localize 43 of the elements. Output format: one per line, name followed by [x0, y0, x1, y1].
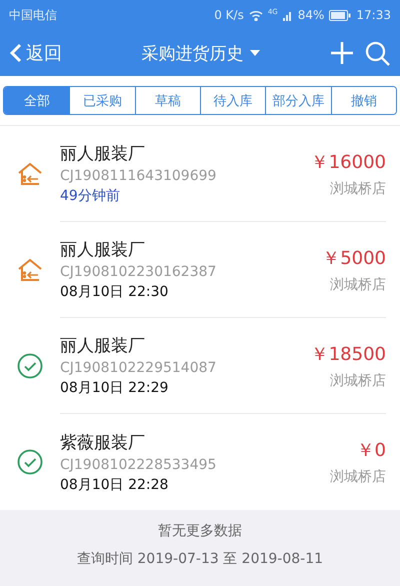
supplier-name: 丽人服装厂: [60, 239, 146, 261]
signal-icon: [282, 10, 293, 20]
plus-icon: [331, 42, 353, 64]
store-name: 浏城桥店: [330, 180, 386, 198]
order-number: CJ1908102228533495: [60, 456, 218, 472]
search-icon: [365, 40, 390, 66]
house-icon: [17, 258, 43, 282]
title-dropdown[interactable]: 采购进货历史: [82, 42, 319, 64]
order-amount: ￥5000: [322, 246, 386, 270]
order-time: 08月10日 22:29: [60, 379, 170, 397]
no-more-data-text: 暂无更多数据: [158, 522, 242, 540]
store-name: 浏城桥店: [330, 372, 386, 390]
back-icon: [10, 43, 22, 63]
filter-tab[interactable]: 全部: [4, 87, 70, 114]
house-icon: [17, 162, 43, 186]
supplier-name: 丽人服装厂: [60, 335, 146, 357]
order-time: 08月10日 22:28: [60, 476, 170, 494]
query-range-text: 查询时间 2019-07-13 至 2019-08-11: [76, 550, 324, 568]
check-circle-icon: [17, 353, 43, 379]
back-button[interactable]: 返回: [10, 41, 62, 65]
supplier-name: 丽人服装厂: [60, 143, 146, 165]
order-amount: ￥0: [356, 439, 386, 462]
battery-level: 84%: [298, 8, 324, 22]
supplier-name: 紫薇服装厂: [60, 432, 146, 454]
battery-icon: [329, 10, 352, 20]
order-number: CJ1908111643109699: [60, 168, 218, 184]
check-circle-icon: [17, 449, 43, 475]
order-amount: ￥16000: [310, 150, 386, 174]
order-amount: ￥18500: [310, 342, 386, 366]
clock: 17:33: [356, 8, 391, 22]
order-number: CJ1908102229514087: [60, 360, 218, 376]
wifi-icon: [248, 10, 263, 20]
order-time: 08月10日 22:30: [60, 283, 170, 301]
search-button[interactable]: [365, 40, 390, 66]
store-name: 浏城桥店: [330, 468, 386, 486]
filter-tab[interactable]: 撤销: [330, 87, 396, 114]
store-name: 浏城桥店: [330, 276, 386, 294]
caret-icon: [250, 50, 260, 56]
order-time: 49分钟前: [60, 187, 121, 205]
add-button[interactable]: [331, 42, 353, 64]
carrier-label: 中国电信: [9, 6, 57, 24]
order-number: CJ1908102230162387: [60, 264, 218, 280]
network-speed: 0 K/s: [214, 8, 244, 22]
